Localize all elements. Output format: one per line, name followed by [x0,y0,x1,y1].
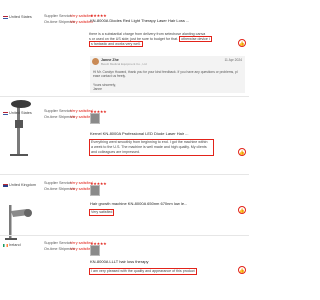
supplier-reply: Janne Zhe Beioili Medical Equipment Co.,… [90,56,245,93]
helpful-thumb-icon[interactable]: 👍 [238,266,246,274]
highlighted-comment-cont: s fantastic and works very well. [89,41,143,47]
flag-uk-icon [3,183,8,187]
highlighted-comment: otherwise device i [179,36,212,42]
divider [0,174,249,175]
flag-us-icon [3,111,8,115]
flag-us-icon [3,15,8,19]
buyer-country: Ireland [3,243,43,247]
product-thumbnail [90,185,100,196]
review-item: United States Supplier Service On-time S… [0,108,249,180]
product-link[interactable]: KN-8000A Diodes Red Light Therapy Laser … [90,18,189,23]
product-link[interactable]: Kernel KN-8000A Professional LED Diode L… [90,131,189,136]
helpful-thumb-icon[interactable]: 👍 [238,148,246,156]
product-thumbnail [90,245,100,256]
divider [0,96,249,97]
review-item: United States Supplier Service On-time S… [0,0,249,95]
helpful-thumb-icon[interactable]: 👍 [238,39,246,47]
reply-date: 11 Apr 2024 [224,58,242,62]
buyer-country: United States [3,15,43,19]
review-comment: I am very pleased with the quality and a… [89,268,197,275]
buyer-country: United States [3,111,43,115]
review-comment: Very satisfied [89,209,115,216]
review-comment: there is a substantial charge from deliv… [89,32,212,47]
device-image [5,205,32,240]
product-link[interactable]: Hair growth machine KN-8000A 650nm 670nm… [90,201,187,206]
reply-company: Beioili Medical Equipment Co., Ltd [101,62,147,66]
review-item: United Kingdom Supplier Service On-time … [0,180,249,235]
review-item: Ireland Supplier Service On-time Shipmen… [0,240,249,300]
buyer-country: United Kingdom [3,183,43,187]
avatar [92,58,99,65]
helpful-thumb-icon[interactable]: 👍 [238,206,246,214]
review-comment: Everything went smoothly from beginning … [89,139,214,156]
flag-ie-icon [3,243,8,247]
divider [0,235,249,236]
product-thumbnail [90,113,100,124]
product-link[interactable]: KN-8000A LLLT hair loss therapy [90,259,149,264]
